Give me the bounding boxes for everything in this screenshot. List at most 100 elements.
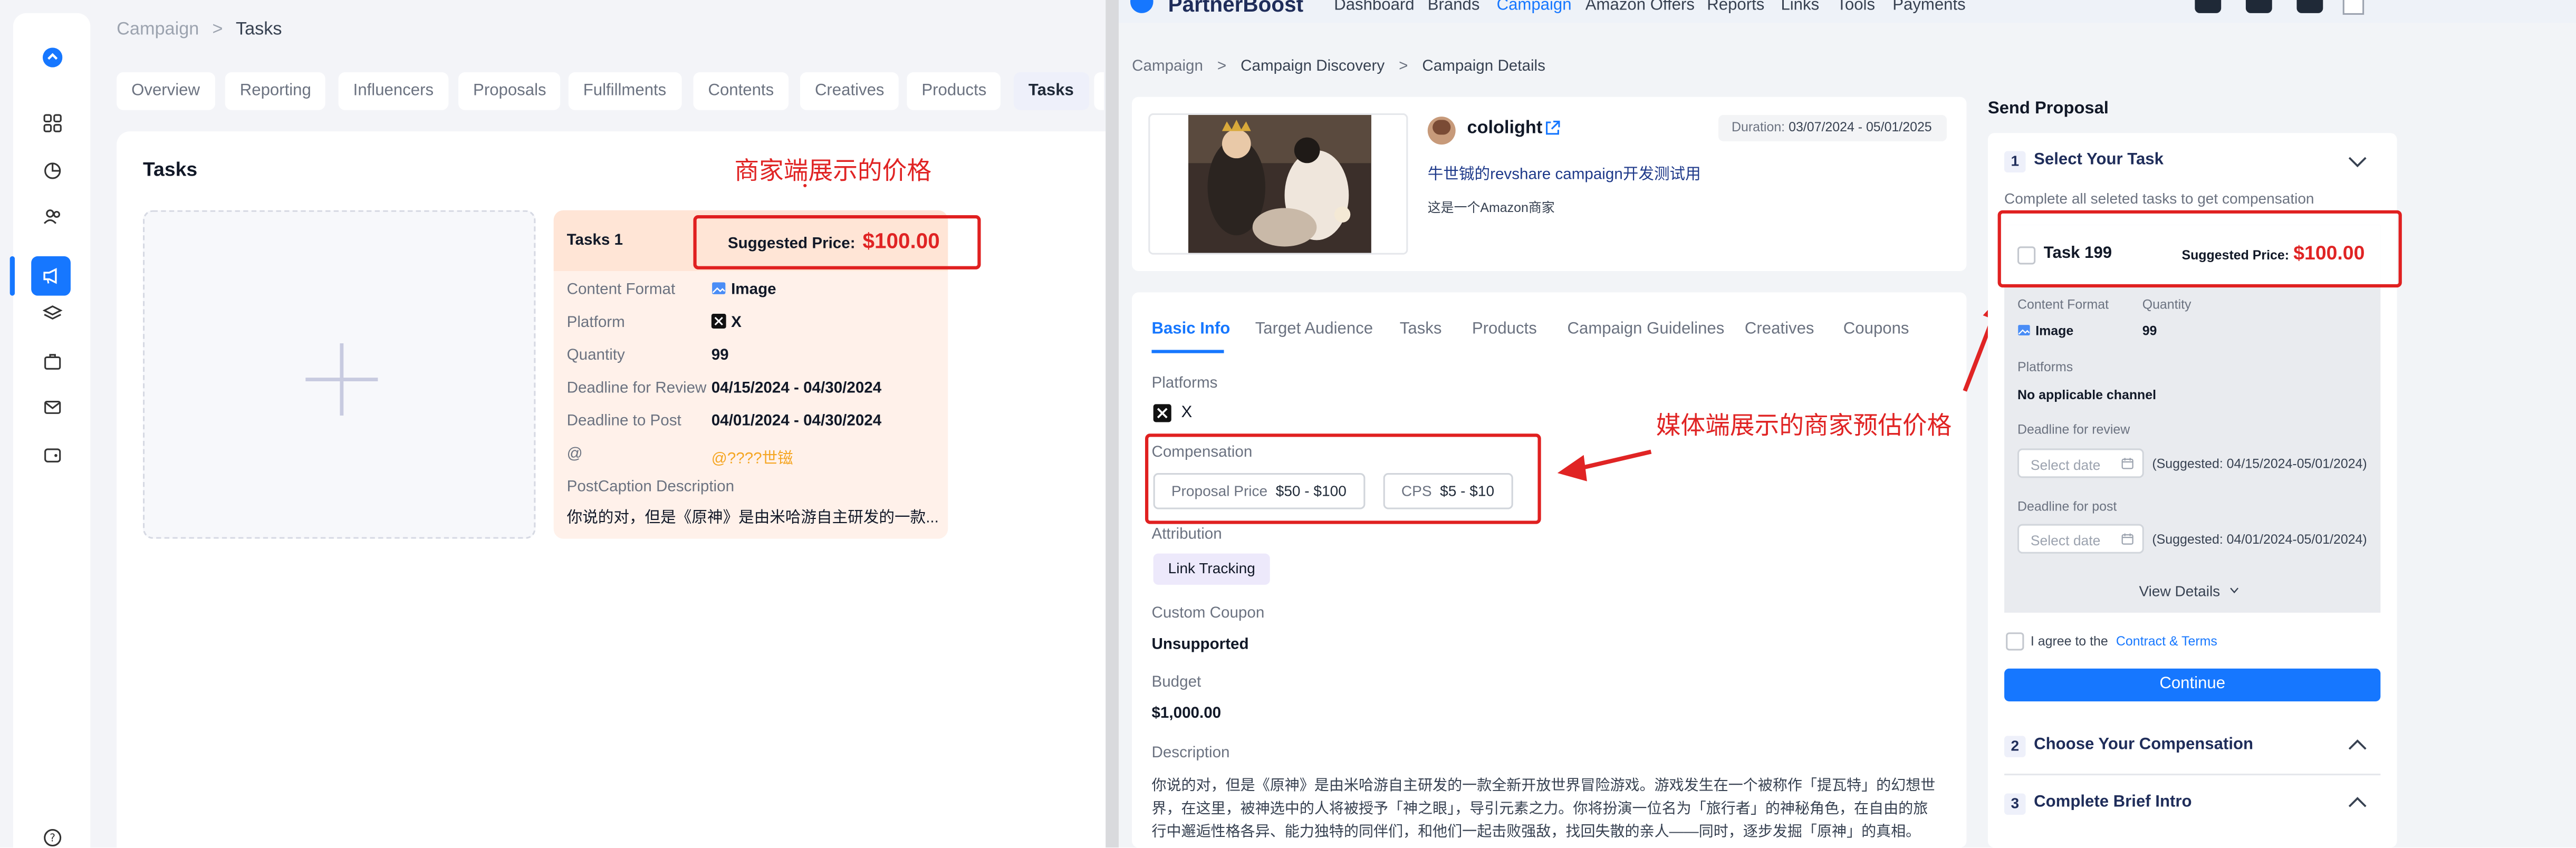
nav-tools[interactable]: Tools: [1837, 0, 1875, 15]
chat-icon[interactable]: [2195, 0, 2222, 13]
tab-tasks[interactable]: Tasks: [1013, 72, 1089, 110]
tab-target-audience[interactable]: Target Audience: [1255, 320, 1373, 338]
tab-proposals[interactable]: Proposals: [458, 72, 561, 110]
image-icon: [712, 282, 726, 294]
breadcrumb-tasks: Tasks: [235, 20, 282, 40]
merchant-price-annotation: 商家端展示的价格: [734, 158, 932, 186]
nav-amazon-offers[interactable]: Amazon Offers: [1585, 0, 1695, 15]
tab-products[interactable]: Products: [907, 72, 1002, 110]
task-name: Tasks 1: [566, 232, 623, 250]
row-value-platform: X: [711, 313, 742, 332]
active-tab-underline: [1151, 350, 1224, 353]
help-icon[interactable]: [2296, 0, 2323, 13]
custom-coupon-label: Custom Coupon: [1151, 604, 1265, 623]
tab-overview[interactable]: Overview: [117, 72, 215, 110]
step-divider: [2004, 774, 2381, 776]
campaign-photo: [1188, 115, 1371, 253]
continue-button[interactable]: Continue: [2004, 668, 2381, 702]
duration-label: Duration:: [1731, 120, 1785, 135]
briefcase-icon[interactable]: [41, 350, 64, 373]
breadcrumb-campaign[interactable]: Campaign: [117, 20, 199, 39]
help-icon[interactable]: ?: [41, 826, 64, 847]
users-icon[interactable]: [41, 205, 64, 228]
screenshot-root: ? Campaign > Tasks Overview Reporting In…: [0, 0, 2576, 848]
tab-reporting[interactable]: Reporting: [225, 72, 326, 110]
grid-icon[interactable]: [41, 112, 64, 135]
row-value-deadline-review: 04/15/2024 - 04/30/2024: [711, 379, 882, 398]
crumb-separator: >: [1399, 57, 1408, 76]
x-logo-icon: [711, 313, 726, 329]
campaign-icon: [43, 268, 57, 284]
post-date-input[interactable]: Select date: [2017, 524, 2144, 554]
tab-campaign-guidelines[interactable]: Campaign Guidelines: [1568, 320, 1725, 338]
tab-contents[interactable]: Contents: [693, 72, 789, 110]
row-label-content-format: Content Format: [566, 281, 676, 299]
nav-payments[interactable]: Payments: [1892, 0, 1966, 15]
nav-reports[interactable]: Reports: [1707, 0, 1764, 15]
tasks-section-title: Tasks: [142, 158, 198, 181]
row-label-deadline-post: Deadline to Post: [566, 412, 681, 431]
tab-creatives[interactable]: Creatives: [1745, 320, 1814, 338]
avatar-broken-image[interactable]: [2342, 0, 2364, 15]
step-1-number: 1: [2004, 151, 2026, 173]
view-details-text: View Details: [2139, 583, 2221, 600]
agree-checkbox[interactable]: [2006, 632, 2024, 651]
layers-icon[interactable]: [41, 302, 64, 325]
tab-creatives[interactable]: Creatives: [800, 72, 899, 110]
svg-text:?: ?: [50, 832, 55, 844]
merchant-price-highlight: [693, 215, 981, 269]
merchant-sidebar: ?: [9, 13, 91, 848]
merchant-pane: ? Campaign > Tasks Overview Reporting In…: [0, 0, 1106, 848]
proposal-hint: Complete all seleted tasks to get compen…: [2004, 190, 2314, 207]
calendar-icon: [2121, 458, 2133, 469]
merchant-breadcrumb: Campaign > Tasks: [117, 20, 282, 39]
budget-value: $1,000.00: [1151, 705, 1222, 723]
mail-icon[interactable]: [41, 396, 64, 419]
image-icon: [2018, 325, 2030, 336]
review-date-input[interactable]: Select date: [2017, 448, 2144, 478]
external-link-icon[interactable]: [1544, 120, 1561, 136]
chevron-up-icon[interactable]: [2348, 795, 2367, 812]
tab-fulfillments[interactable]: Fulfillments: [568, 72, 681, 110]
crumb-campaign[interactable]: Campaign: [1132, 57, 1203, 75]
contract-terms-link[interactable]: Contract & Terms: [2116, 634, 2217, 649]
attribution-tag: Link Tracking: [1153, 553, 1270, 585]
step-choose-compensation[interactable]: 2 Choose Your Compensation: [2004, 733, 2399, 762]
campaign-nav-button[interactable]: [31, 256, 71, 296]
description-line-1: 你说的对，但是《原神》是由米哈游自主研发的一款全新开放世界冒险游戏。游戏发生在一…: [1151, 777, 1936, 794]
description-line-3: 行中邂逅性格各异、能力独特的同伴们，和他们一起击败强敌，找回失散的亲人——同时，…: [1151, 823, 1921, 840]
nav-campaign[interactable]: Campaign: [1497, 0, 1572, 15]
add-task-card[interactable]: [142, 210, 536, 539]
logo-icon[interactable]: [41, 46, 64, 69]
step-2-title: Choose Your Compensation: [2034, 736, 2254, 754]
tab-influencers[interactable]: Influencers: [338, 72, 449, 110]
nav-links[interactable]: Links: [1781, 0, 1819, 15]
tab-coupons[interactable]: Coupons: [1843, 320, 1909, 338]
step-complete-brief[interactable]: 3 Complete Brief Intro: [2004, 790, 2399, 820]
campaign-brand-name[interactable]: cololight: [1467, 118, 1543, 138]
nav-dashboard[interactable]: Dashboard: [1334, 0, 1414, 15]
nav-brands[interactable]: Brands: [1428, 0, 1480, 15]
step-select-task[interactable]: 1 Select Your Task: [2004, 148, 2399, 177]
platform-text: X: [731, 313, 742, 332]
pie-chart-icon[interactable]: [41, 159, 64, 182]
chevron-down-icon[interactable]: [2348, 153, 2367, 169]
view-details-link[interactable]: View Details: [2139, 583, 2239, 600]
tab-products[interactable]: Products: [1472, 320, 1537, 338]
budget-label: Budget: [1151, 673, 1202, 692]
platforms-value: No applicable channel: [2017, 388, 2157, 403]
creator-price-highlight: [1997, 210, 2402, 288]
step-2-number: 2: [2004, 736, 2026, 757]
post-date-placeholder: Select date: [2030, 532, 2101, 549]
tab-basic-info[interactable]: Basic Info: [1151, 320, 1230, 338]
campaign-subtitle: 这是一个Amazon商家: [1427, 200, 1555, 216]
row-value-quantity: 99: [711, 346, 729, 365]
crumb-discovery[interactable]: Campaign Discovery: [1241, 57, 1385, 75]
inbox-icon[interactable]: [2245, 0, 2272, 13]
chevron-up-icon[interactable]: [2348, 738, 2367, 754]
row-label-mention: @: [566, 445, 583, 464]
wallet-icon[interactable]: [41, 444, 64, 467]
brand-name[interactable]: PartnerBoost: [1168, 0, 1304, 16]
platform-value: X: [1181, 404, 1193, 422]
tab-tasks[interactable]: Tasks: [1400, 320, 1442, 338]
